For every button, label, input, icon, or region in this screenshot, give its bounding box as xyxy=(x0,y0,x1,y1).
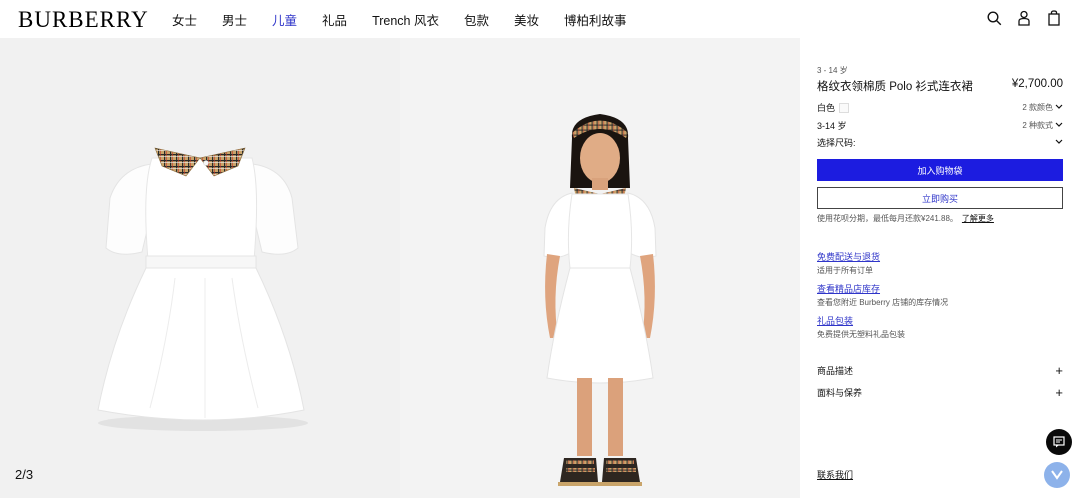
color-label-wrap: 白色 xyxy=(817,101,850,114)
style-options: 2 种款式 xyxy=(1022,120,1053,130)
product-image-flat[interactable] xyxy=(0,38,400,498)
service-desc: 适用于所有订单 xyxy=(817,266,873,275)
installment-text: 使用花呗分期，最低每月还款¥241.88。 xyxy=(817,214,958,223)
chat-icon xyxy=(1053,436,1065,448)
chat-button[interactable] xyxy=(1046,429,1072,455)
buy-now-button[interactable]: 立即购买 xyxy=(817,187,1063,209)
color-options: 2 款颜色 xyxy=(1022,102,1053,112)
service-gift-wrap: 礼品包装 免费提供无塑料礼品包装 xyxy=(817,314,905,340)
account-icon[interactable] xyxy=(1016,9,1032,27)
image-counter: 2/3 xyxy=(15,467,34,482)
color-options-wrap: 2 款颜色 xyxy=(1022,102,1063,113)
product-details-panel: 3 - 14 岁 格纹衣领棉质 Polo 衫式连衣裙 ¥2,700.00 白色 … xyxy=(800,38,1080,498)
header-icons xyxy=(986,9,1062,27)
service-title[interactable]: 查看精品店库存 xyxy=(817,282,948,295)
nav-item-story[interactable]: 博柏利故事 xyxy=(564,10,627,29)
color-label: 白色 xyxy=(817,102,836,113)
nav-item-men[interactable]: 男士 xyxy=(222,10,247,29)
contact-us-link[interactable]: 联系我们 xyxy=(817,468,853,481)
plus-icon: + xyxy=(1055,384,1063,400)
nav-item-beauty[interactable]: 美妆 xyxy=(514,10,539,29)
size-select-label: 选择尺码: xyxy=(817,137,856,148)
accordion-label: 面料与保养 xyxy=(817,388,863,398)
service-free-delivery: 免费配送与退货 适用于所有订单 xyxy=(817,250,880,276)
service-desc: 免费提供无塑料礼品包装 xyxy=(817,330,905,339)
accordion-materials[interactable]: 面料与保养 + xyxy=(817,386,1063,399)
nav-item-trench[interactable]: Trench 风衣 xyxy=(372,10,439,29)
size-range-label: 3-14 岁 xyxy=(817,120,847,131)
service-title[interactable]: 免费配送与退货 xyxy=(817,250,880,263)
product-image-model[interactable] xyxy=(400,38,800,498)
installment-info: 使用花呗分期，最低每月还款¥241.88。 了解更多 xyxy=(817,213,994,224)
nav-item-bags[interactable]: 包款 xyxy=(464,10,489,29)
product-title: 格纹衣领棉质 Polo 衫式连衣裙 xyxy=(817,81,973,93)
size-selector[interactable]: 选择尺码: xyxy=(817,135,1063,149)
service-desc: 查看您附近 Burberry 店铺的库存情况 xyxy=(817,298,949,307)
nav-item-gifts[interactable]: 礼品 xyxy=(322,10,347,29)
plus-icon: + xyxy=(1055,362,1063,378)
color-selector[interactable]: 白色 2 款颜色 xyxy=(817,100,1063,114)
style-selector[interactable]: 3-14 岁 2 种款式 xyxy=(817,118,1063,132)
accordion-description[interactable]: 商品描述 + xyxy=(817,364,1063,377)
product-price: ¥2,700.00 xyxy=(1011,78,1063,90)
style-options-wrap: 2 种款式 xyxy=(1022,120,1063,131)
shopping-bag-icon[interactable] xyxy=(1046,9,1062,27)
service-store-stock: 查看精品店库存 查看您附近 Burberry 店铺的库存情况 xyxy=(817,282,948,308)
chevron-down-icon xyxy=(1055,139,1063,144)
color-swatch[interactable] xyxy=(839,103,850,114)
chevron-down-icon xyxy=(1055,122,1063,127)
chevron-down-icon xyxy=(1055,104,1063,109)
age-range-label: 3 - 14 岁 xyxy=(817,66,848,75)
scroll-down-button[interactable] xyxy=(1044,462,1070,488)
site-header: BURBERRY 女士 男士 儿童 礼品 Trench 风衣 包款 美妆 博柏利… xyxy=(0,0,1080,38)
search-icon[interactable] xyxy=(986,9,1002,27)
main-nav: 女士 男士 儿童 礼品 Trench 风衣 包款 美妆 博柏利故事 xyxy=(172,0,652,38)
brand-logo[interactable]: BURBERRY xyxy=(18,7,149,33)
service-title[interactable]: 礼品包装 xyxy=(817,314,905,327)
accordion-label: 商品描述 xyxy=(817,366,854,376)
learn-more-link[interactable]: 了解更多 xyxy=(962,214,994,223)
nav-item-women[interactable]: 女士 xyxy=(172,10,197,29)
size-chevron-wrap xyxy=(1055,139,1063,145)
product-gallery[interactable]: 2/3 xyxy=(0,38,800,498)
add-to-bag-button[interactable]: 加入购物袋 xyxy=(817,159,1063,181)
nav-item-children[interactable]: 儿童 xyxy=(272,10,297,29)
arrow-down-icon xyxy=(1051,470,1063,480)
